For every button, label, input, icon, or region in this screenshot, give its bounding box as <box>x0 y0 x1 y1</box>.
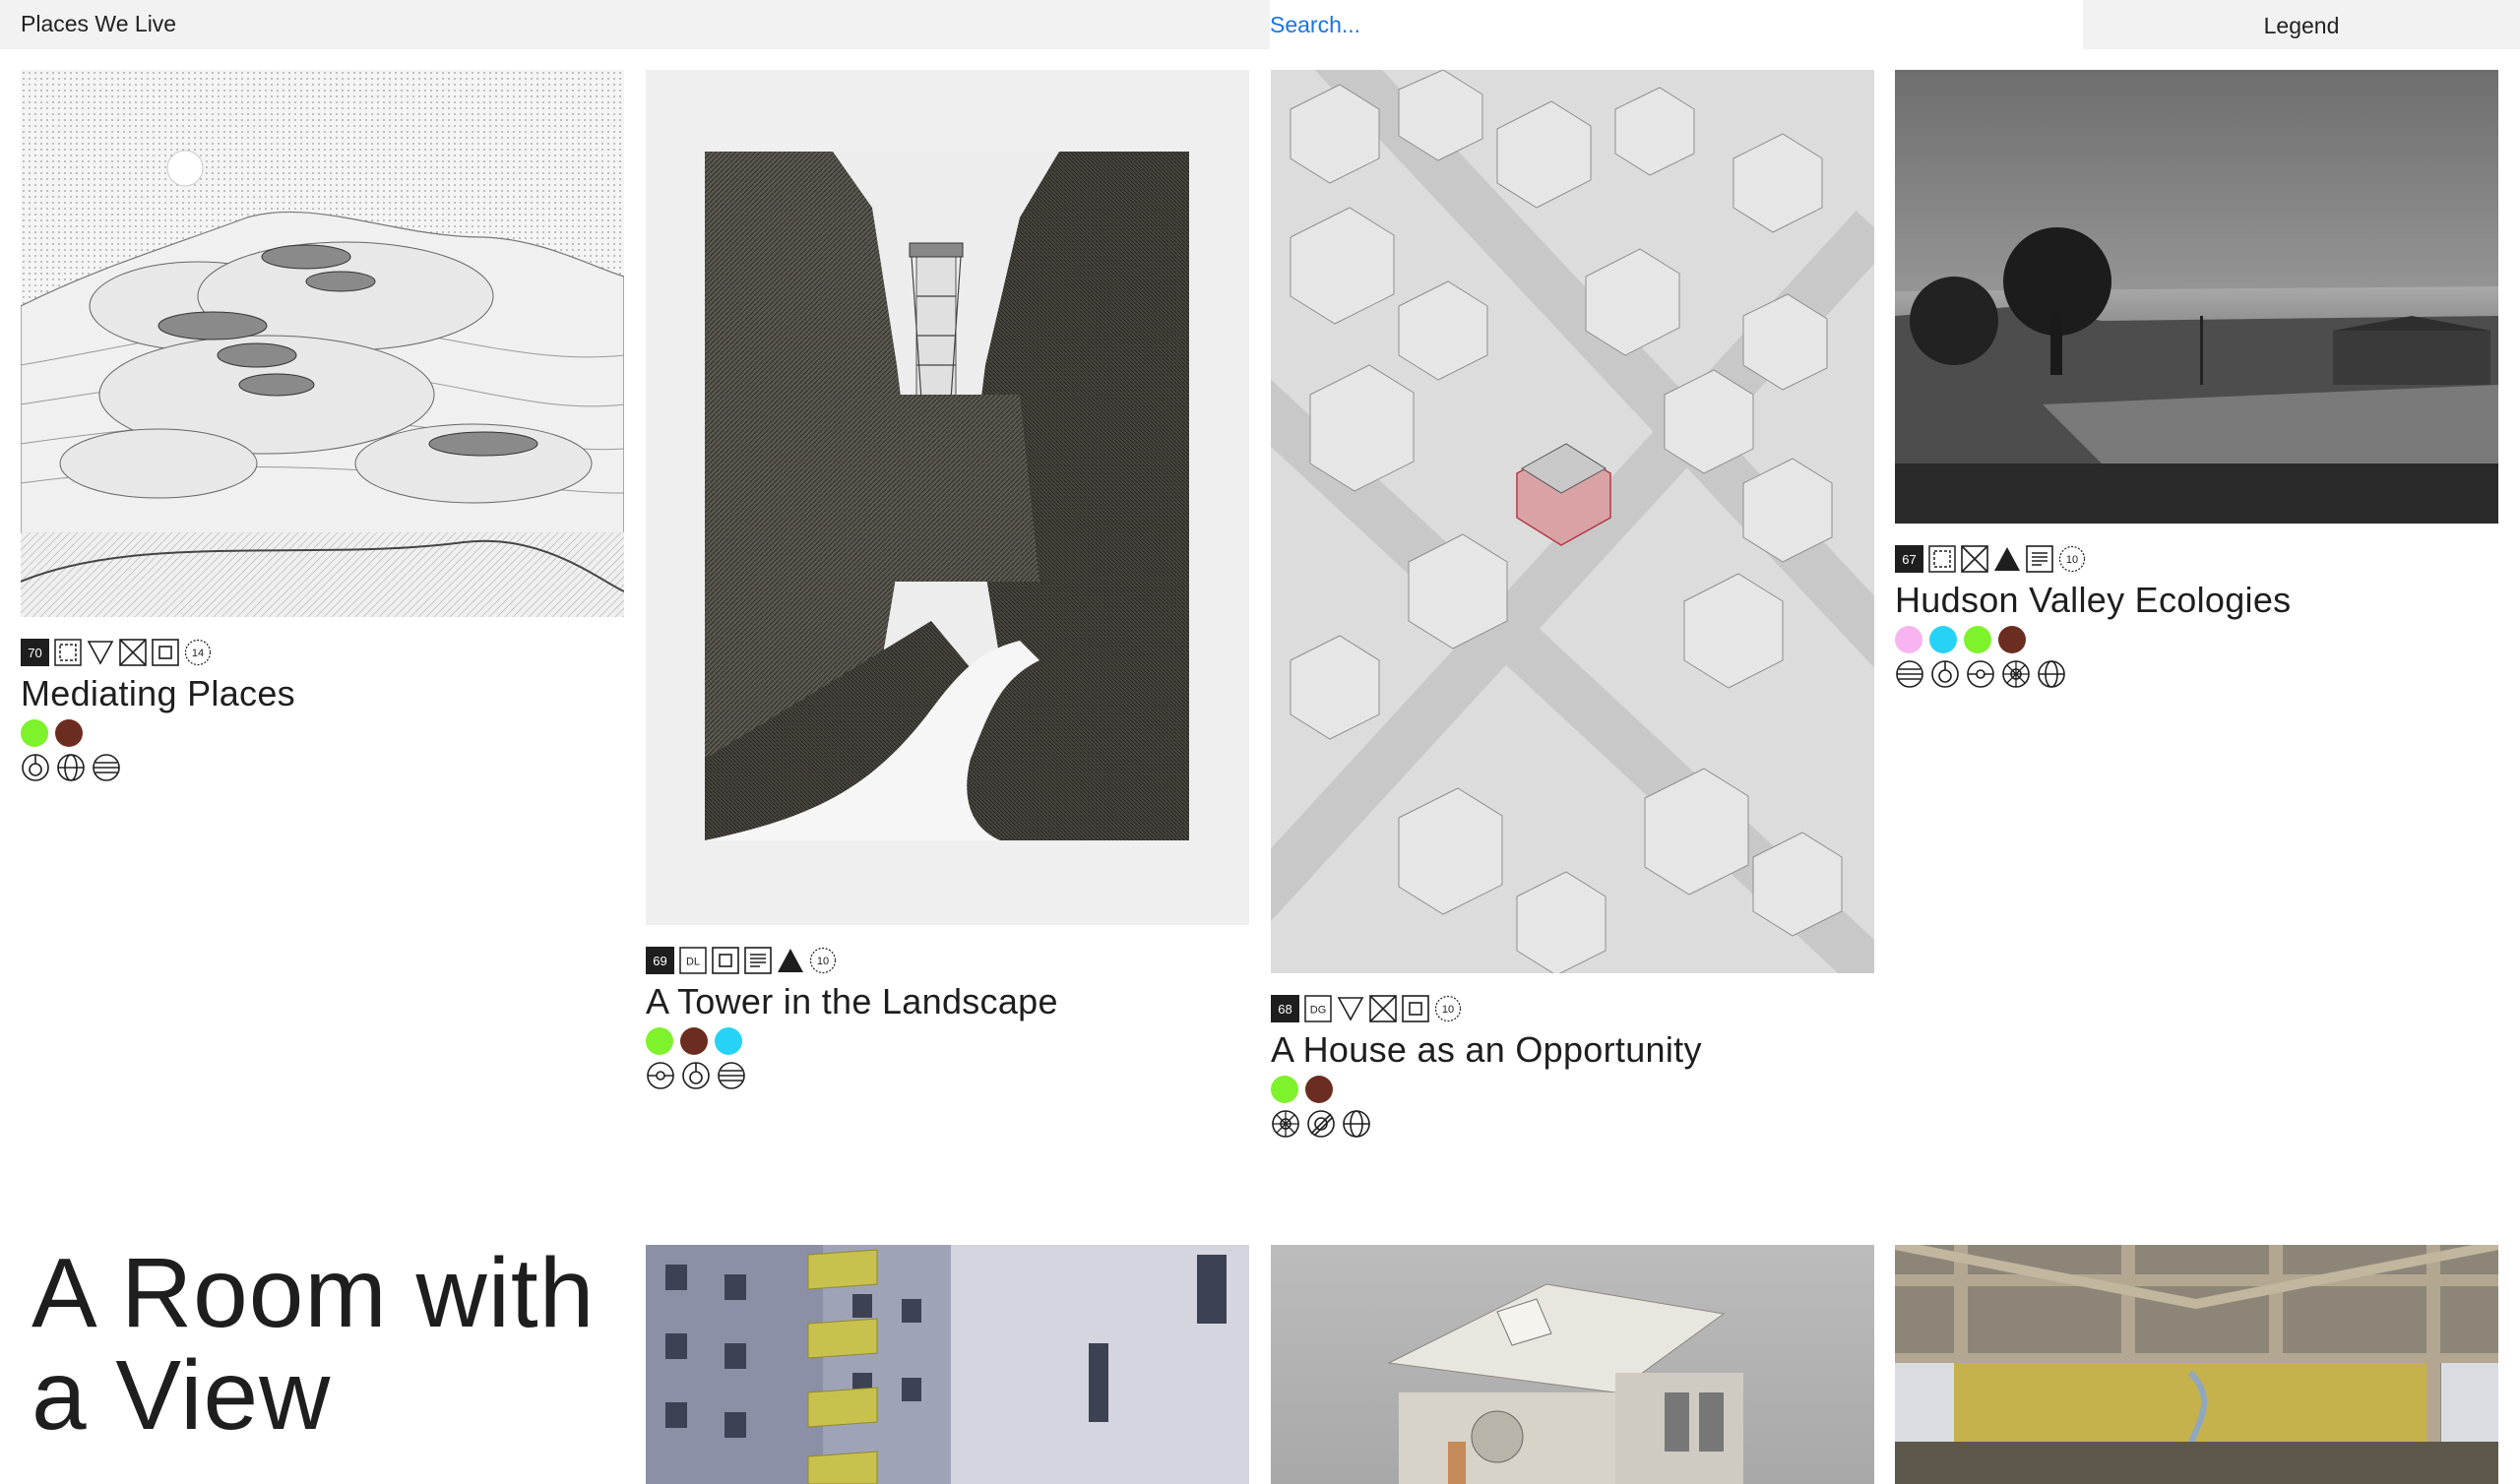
project-title[interactable]: Mediating Places <box>21 672 624 715</box>
section-title: A Room with a View <box>32 1242 595 1447</box>
nested-square-icon <box>152 639 179 666</box>
color-dot-cyan <box>1929 626 1957 653</box>
eye-circle-icon <box>647 1062 674 1089</box>
category-icons <box>21 753 624 782</box>
slashed-circle-icon <box>1307 1110 1335 1138</box>
crossed-square-icon <box>119 639 147 666</box>
triangle-filled-icon <box>778 949 803 972</box>
category-icons <box>1895 659 2498 689</box>
project-number: 68 <box>1271 995 1299 1022</box>
svg-text:14: 14 <box>192 648 204 659</box>
eye-circle-icon <box>1967 660 1994 688</box>
project-title[interactable]: A House as an Opportunity <box>1271 1028 1874 1072</box>
project-title[interactable]: Hudson Valley Ecologies <box>1895 579 2498 622</box>
project-image-house-as-opportunity[interactable] <box>1271 70 1874 973</box>
color-dot-brown <box>1305 1076 1333 1103</box>
project-meta: 70 14 <box>21 639 624 666</box>
sun-circle-icon <box>1272 1110 1299 1138</box>
project-number: 69 <box>646 947 674 974</box>
color-dots <box>646 1027 1249 1055</box>
crossed-square-icon <box>1961 545 1988 573</box>
project-image-apartment-tower[interactable] <box>646 1245 1249 1484</box>
project-image-mediating-places[interactable] <box>21 70 624 617</box>
text-lines-icon <box>744 947 772 974</box>
section-title-line-2: a View <box>32 1340 332 1451</box>
project-card[interactable]: 68 DG 10 A House as an Opportunity <box>1271 70 1874 1139</box>
color-dot-cyan <box>715 1027 742 1055</box>
target-icon <box>682 1062 710 1089</box>
count-badge: 10 <box>2058 545 2086 573</box>
svg-text:10: 10 <box>1442 1004 1454 1016</box>
project-card[interactable]: 67 10 Hudson Valley Ecologies <box>1895 70 2498 689</box>
dashed-square-icon <box>1928 545 1956 573</box>
project-card[interactable]: 69 DL 10 A Tower in the Landscape <box>646 70 1249 1090</box>
dashed-square-icon <box>54 639 82 666</box>
project-image-hudson-valley-ecologies[interactable] <box>1895 70 2498 524</box>
crossed-square-icon <box>1369 995 1397 1022</box>
color-dot-green <box>1964 626 1991 653</box>
project-number: 67 <box>1895 545 1923 573</box>
color-dot-green <box>1271 1076 1298 1103</box>
color-dot-green <box>646 1027 673 1055</box>
color-dot-brown <box>55 719 83 747</box>
svg-text:DL: DL <box>686 957 700 968</box>
globe-icon <box>1343 1110 1370 1138</box>
nested-square-icon <box>712 947 739 974</box>
striped-circle-icon <box>1896 660 1923 688</box>
color-dot-pink <box>1895 626 1922 653</box>
code-badge: DG <box>1304 995 1332 1022</box>
color-dots <box>21 719 624 747</box>
project-title[interactable]: A Tower in the Landscape <box>646 980 1249 1023</box>
project-image-timber-barn[interactable] <box>1895 1245 2498 1484</box>
legend-button[interactable]: Legend <box>2083 0 2520 49</box>
project-card[interactable]: 70 14 Mediating Places <box>21 70 624 782</box>
sun-circle-icon <box>2002 660 2030 688</box>
category-icons <box>1271 1109 1874 1139</box>
triangle-down-icon <box>1337 997 1364 1021</box>
search-input[interactable] <box>1270 0 2081 49</box>
text-lines-icon <box>2026 545 2053 573</box>
svg-text:DG: DG <box>1310 1005 1327 1017</box>
count-badge: 10 <box>809 947 837 974</box>
color-dot-brown <box>1998 626 2026 653</box>
code-badge: DL <box>679 947 707 974</box>
category-icons <box>646 1061 1249 1090</box>
color-dots <box>1895 626 2498 653</box>
target-icon <box>1931 660 1959 688</box>
project-meta: 67 10 <box>1895 545 2498 573</box>
color-dot-brown <box>680 1027 708 1055</box>
nested-square-icon <box>1402 995 1429 1022</box>
project-meta: 68 DG 10 <box>1271 995 1874 1022</box>
svg-text:10: 10 <box>2066 554 2078 566</box>
striped-circle-icon <box>93 754 120 781</box>
site-title[interactable]: Places We Live <box>0 0 1270 49</box>
color-dot-green <box>21 719 48 747</box>
project-image-house-model[interactable] <box>1271 1245 1874 1484</box>
top-bar: Places We Live Legend <box>0 0 2520 49</box>
triangle-down-icon <box>87 641 114 665</box>
globe-icon <box>2038 660 2065 688</box>
project-image-tower-in-landscape[interactable] <box>646 70 1249 925</box>
project-number: 70 <box>21 639 49 666</box>
count-badge: 10 <box>1434 995 1462 1022</box>
target-icon <box>22 754 49 781</box>
color-dots <box>1271 1076 1874 1103</box>
svg-text:10: 10 <box>817 956 829 967</box>
count-badge: 14 <box>184 639 212 666</box>
section-title-line-1: A Room with <box>32 1238 596 1348</box>
globe-icon <box>57 754 85 781</box>
project-meta: 69 DL 10 <box>646 947 1249 974</box>
striped-circle-icon <box>718 1062 745 1089</box>
triangle-filled-icon <box>1994 547 2020 571</box>
